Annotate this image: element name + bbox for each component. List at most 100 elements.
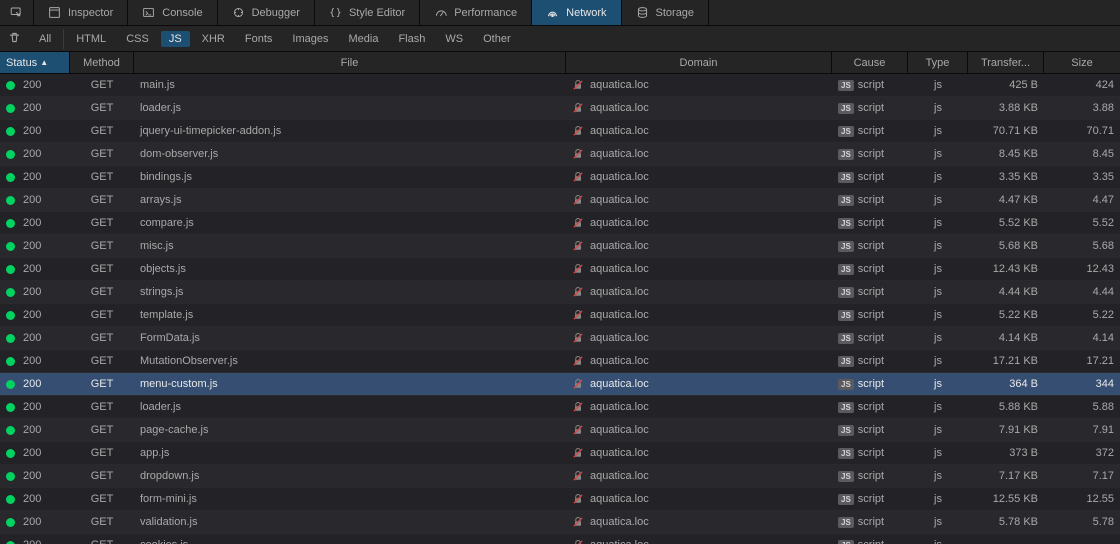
cell-size: 5.52 — [1044, 212, 1120, 234]
table-row[interactable]: 200GETapp.jsaquatica.locJSscriptjs373 B3… — [0, 442, 1120, 465]
table-row[interactable]: 200GETMutationObserver.jsaquatica.locJSs… — [0, 350, 1120, 373]
filter-xhr[interactable]: XHR — [192, 29, 235, 49]
tab-debugger[interactable]: Debugger — [218, 0, 315, 25]
filter-media[interactable]: Media — [338, 29, 388, 49]
cell-method: GET — [70, 97, 134, 119]
col-method[interactable]: Method — [70, 52, 134, 73]
status-dot-icon — [6, 311, 15, 320]
table-row[interactable]: 200GETdropdown.jsaquatica.locJSscriptjs7… — [0, 465, 1120, 488]
filter-images[interactable]: Images — [282, 29, 338, 49]
tab-storage[interactable]: Storage — [622, 0, 710, 25]
cell-transfer: 364 B — [968, 373, 1044, 395]
js-badge: JS — [838, 471, 854, 482]
table-row[interactable]: 200GETmain.jsaquatica.locJSscriptjs425 B… — [0, 74, 1120, 97]
table-row[interactable]: 200GETFormData.jsaquatica.locJSscriptjs4… — [0, 327, 1120, 350]
cell-cause: JSscript — [832, 166, 908, 188]
filter-html[interactable]: HTML — [66, 29, 116, 49]
col-cause[interactable]: Cause — [832, 52, 908, 73]
cell-transfer: 70.71 KB — [968, 120, 1044, 142]
cell-type: js — [908, 97, 968, 119]
cell-size: 4.47 — [1044, 189, 1120, 211]
table-row[interactable]: 200GETloader.jsaquatica.locJSscriptjs5.8… — [0, 396, 1120, 419]
filter-js[interactable]: JS — [161, 31, 190, 47]
cell-status: 200 — [0, 304, 70, 326]
table-row[interactable]: 200GETloader.jsaquatica.locJSscriptjs3.8… — [0, 97, 1120, 120]
tab-network[interactable]: Network — [532, 0, 621, 25]
table-row[interactable]: 200GETbindings.jsaquatica.locJSscriptjs3… — [0, 166, 1120, 189]
cell-method: GET — [70, 235, 134, 257]
col-status[interactable]: Status▲ — [0, 52, 70, 73]
table-row[interactable]: 200GETjquery-ui-timepicker-addon.jsaquat… — [0, 120, 1120, 143]
table-row[interactable]: 200GETvalidation.jsaquatica.locJSscriptj… — [0, 511, 1120, 534]
cell-file: loader.js — [134, 396, 566, 418]
cell-method: GET — [70, 419, 134, 441]
cell-status: 200 — [0, 258, 70, 280]
tab-performance[interactable]: Performance — [420, 0, 532, 25]
table-row[interactable]: 200GETpage-cache.jsaquatica.locJSscriptj… — [0, 419, 1120, 442]
cell-cause: JSscript — [832, 350, 908, 372]
cell-method: GET — [70, 350, 134, 372]
inspector-icon — [48, 6, 61, 19]
cell-file: loader.js — [134, 97, 566, 119]
cell-status: 200 — [0, 327, 70, 349]
filter-other[interactable]: Other — [473, 29, 521, 49]
cell-domain: aquatica.loc — [566, 304, 832, 326]
tab-console[interactable]: Console — [128, 0, 217, 25]
status-dot-icon — [6, 127, 15, 136]
cell-method: GET — [70, 74, 134, 96]
js-badge: JS — [838, 494, 854, 505]
cell-cause: JSscript — [832, 373, 908, 395]
tab-inspector[interactable]: Inspector — [34, 0, 128, 25]
cell-status: 200 — [0, 419, 70, 441]
clear-button[interactable] — [0, 27, 29, 51]
js-badge: JS — [838, 80, 854, 91]
js-badge: JS — [838, 517, 854, 528]
cell-status: 200 — [0, 166, 70, 188]
table-row[interactable]: 200GETform-mini.jsaquatica.locJSscriptjs… — [0, 488, 1120, 511]
cell-transfer: 7.91 KB — [968, 419, 1044, 441]
cell-size: 12.43 — [1044, 258, 1120, 280]
cell-transfer: 5.78 KB — [968, 511, 1044, 533]
cell-file: objects.js — [134, 258, 566, 280]
col-transfer[interactable]: Transfer... — [968, 52, 1044, 73]
col-type[interactable]: Type — [908, 52, 968, 73]
cell-type: js — [908, 396, 968, 418]
table-row[interactable]: 200GETtemplate.jsaquatica.locJSscriptjs5… — [0, 304, 1120, 327]
cell-size: 5.78 — [1044, 511, 1120, 533]
filter-css[interactable]: CSS — [116, 29, 159, 49]
table-row[interactable]: 200GETstrings.jsaquatica.locJSscriptjs4.… — [0, 281, 1120, 304]
element-picker-button[interactable] — [0, 0, 34, 25]
cell-cause: JSscript — [832, 534, 908, 544]
cell-file: dom-observer.js — [134, 143, 566, 165]
table-row[interactable]: 200GETmenu-custom.jsaquatica.locJSscript… — [0, 373, 1120, 396]
table-row[interactable]: 200GETdom-observer.jsaquatica.locJSscrip… — [0, 143, 1120, 166]
tab-style-editor[interactable]: Style Editor — [315, 0, 420, 25]
status-dot-icon — [6, 81, 15, 90]
insecure-icon — [572, 424, 584, 436]
col-domain[interactable]: Domain — [566, 52, 832, 73]
table-row[interactable]: 200GETobjects.jsaquatica.locJSscriptjs12… — [0, 258, 1120, 281]
table-row[interactable]: 200GETcompare.jsaquatica.locJSscriptjs5.… — [0, 212, 1120, 235]
cell-size: 70.71 — [1044, 120, 1120, 142]
cell-type: js — [908, 74, 968, 96]
filter-flash[interactable]: Flash — [388, 29, 435, 49]
cell-domain: aquatica.loc — [566, 488, 832, 510]
filter-fonts[interactable]: Fonts — [235, 29, 283, 49]
request-list[interactable]: 200GETmain.jsaquatica.locJSscriptjs425 B… — [0, 74, 1120, 544]
table-row[interactable]: 200GETcookies.jsaquatica.locJSscriptjs — [0, 534, 1120, 544]
cell-status: 200 — [0, 396, 70, 418]
insecure-icon — [572, 401, 584, 413]
cell-file: FormData.js — [134, 327, 566, 349]
table-row[interactable]: 200GETarrays.jsaquatica.locJSscriptjs4.4… — [0, 189, 1120, 212]
col-file[interactable]: File — [134, 52, 566, 73]
cell-method: GET — [70, 511, 134, 533]
cell-type: js — [908, 442, 968, 464]
cell-transfer — [968, 534, 1044, 544]
table-row[interactable]: 200GETmisc.jsaquatica.locJSscriptjs5.68 … — [0, 235, 1120, 258]
status-dot-icon — [6, 495, 15, 504]
filter-ws[interactable]: WS — [435, 29, 473, 49]
filter-all[interactable]: All — [29, 29, 64, 49]
col-size[interactable]: Size — [1044, 52, 1120, 73]
cell-transfer: 5.52 KB — [968, 212, 1044, 234]
cell-transfer: 12.55 KB — [968, 488, 1044, 510]
